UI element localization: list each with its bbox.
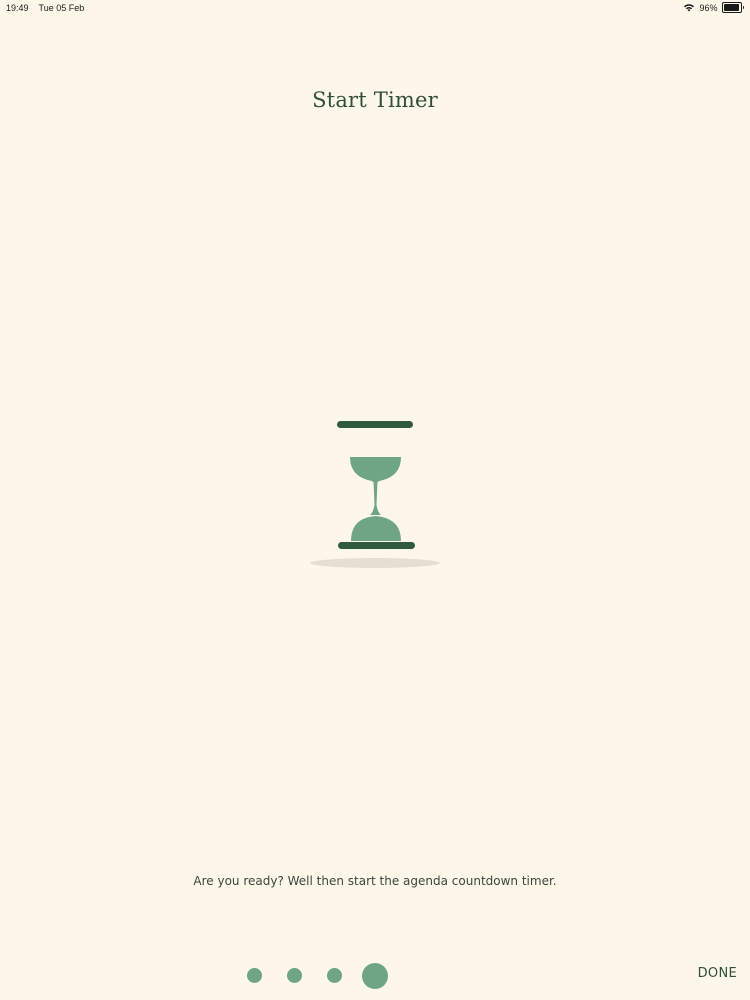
hourglass-shadow xyxy=(310,558,440,568)
page-dot-2[interactable] xyxy=(287,968,302,983)
battery-cap xyxy=(742,6,744,9)
status-bar: 19:49 Tue 05 Feb 96% xyxy=(0,0,750,16)
wifi-icon xyxy=(683,3,695,12)
status-right: 96% xyxy=(683,2,744,13)
battery-icon xyxy=(721,2,744,13)
battery-fill xyxy=(723,4,739,11)
hourglass-bottom-bar xyxy=(338,542,415,549)
onboarding-description: Are you ready? Well then start the agend… xyxy=(193,874,557,888)
page-dot-1[interactable] xyxy=(247,968,262,983)
hourglass-top-bar xyxy=(337,421,413,428)
battery-body xyxy=(721,2,742,13)
page-dot-4-active[interactable] xyxy=(362,963,388,989)
status-left: 19:49 Tue 05 Feb xyxy=(6,3,84,13)
status-date: Tue 05 Feb xyxy=(38,3,85,13)
hourglass-icon xyxy=(305,415,445,579)
page-dot-3[interactable] xyxy=(327,968,342,983)
page-title: Start Timer xyxy=(312,88,438,112)
hourglass-stream xyxy=(370,481,381,515)
status-time: 19:49 xyxy=(6,3,29,13)
battery-percent: 96% xyxy=(699,2,718,13)
done-button[interactable]: DONE xyxy=(698,966,737,981)
hourglass-lower-sand xyxy=(351,516,401,541)
